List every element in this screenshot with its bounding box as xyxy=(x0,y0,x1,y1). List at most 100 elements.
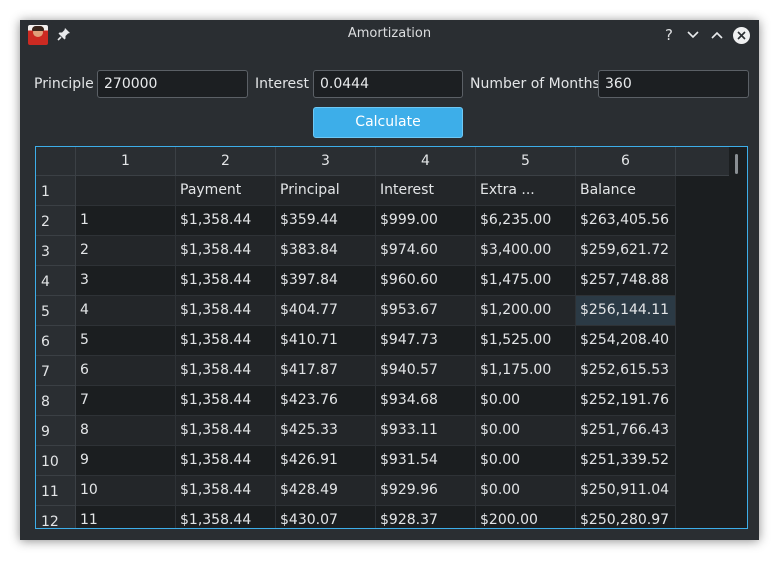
table-cell[interactable]: $1,358.44 xyxy=(176,446,276,476)
table-cell[interactable]: $257,748.88 xyxy=(576,266,676,296)
interest-input[interactable]: 0.0444 xyxy=(313,70,463,98)
table-cell[interactable]: 7 xyxy=(76,386,176,416)
row-header[interactable]: 6 xyxy=(36,326,76,356)
table-cell[interactable]: $1,525.00 xyxy=(476,326,576,356)
table-header-cell[interactable]: Interest xyxy=(376,176,476,206)
table-cell[interactable]: $953.67 xyxy=(376,296,476,326)
column-header[interactable]: 1 xyxy=(76,147,176,176)
table-cell[interactable]: 1 xyxy=(76,206,176,236)
table-cell[interactable]: 11 xyxy=(76,506,176,528)
column-header[interactable]: 3 xyxy=(276,147,376,176)
column-header[interactable]: 4 xyxy=(376,147,476,176)
table-cell[interactable]: $256,144.11 xyxy=(576,296,676,326)
principle-input[interactable]: 270000 xyxy=(97,70,248,98)
row-header[interactable]: 10 xyxy=(36,446,76,476)
table-cell[interactable]: $1,358.44 xyxy=(176,356,276,386)
table-cell[interactable]: $359.44 xyxy=(276,206,376,236)
table-cell[interactable]: $1,358.44 xyxy=(176,326,276,356)
table-cell[interactable]: $259,621.72 xyxy=(576,236,676,266)
table-cell[interactable]: 8 xyxy=(76,416,176,446)
table-cell[interactable]: $0.00 xyxy=(476,386,576,416)
table-cell[interactable]: $3,400.00 xyxy=(476,236,576,266)
calculate-button[interactable]: Calculate xyxy=(313,107,463,138)
table-cell[interactable]: $428.49 xyxy=(276,476,376,506)
table-cell[interactable]: $250,911.04 xyxy=(576,476,676,506)
table-cell[interactable]: $931.54 xyxy=(376,446,476,476)
table-cell[interactable]: 9 xyxy=(76,446,176,476)
row-header[interactable]: 11 xyxy=(36,476,76,506)
vertical-scrollbar[interactable] xyxy=(729,147,747,528)
table-cell[interactable]: 5 xyxy=(76,326,176,356)
table-header-cell[interactable]: Payment xyxy=(176,176,276,206)
table-cell[interactable]: $425.33 xyxy=(276,416,376,446)
table-cell[interactable]: $404.77 xyxy=(276,296,376,326)
table-cell[interactable]: $250,280.97 xyxy=(576,506,676,528)
table-cell[interactable]: $0.00 xyxy=(476,446,576,476)
chevron-down-icon[interactable] xyxy=(683,25,703,45)
table-cell[interactable]: $254,208.40 xyxy=(576,326,676,356)
months-input[interactable]: 360 xyxy=(598,70,749,98)
table-cell[interactable]: $263,405.56 xyxy=(576,206,676,236)
row-header[interactable]: 3 xyxy=(36,236,76,266)
table-cell[interactable]: $397.84 xyxy=(276,266,376,296)
chevron-up-icon[interactable] xyxy=(707,25,727,45)
table-cell[interactable]: $1,358.44 xyxy=(176,206,276,236)
table-cell[interactable]: $200.00 xyxy=(476,506,576,528)
row-header[interactable]: 2 xyxy=(36,206,76,236)
help-icon[interactable]: ? xyxy=(659,25,679,45)
table-cell[interactable]: $1,175.00 xyxy=(476,356,576,386)
table-cell[interactable]: $960.60 xyxy=(376,266,476,296)
row-header[interactable]: 4 xyxy=(36,266,76,296)
table-cell[interactable]: 10 xyxy=(76,476,176,506)
table-header-cell[interactable]: Balance xyxy=(576,176,676,206)
table-cell[interactable]: $6,235.00 xyxy=(476,206,576,236)
table-cell[interactable]: $974.60 xyxy=(376,236,476,266)
row-header[interactable]: 7 xyxy=(36,356,76,386)
table-cell[interactable]: $410.71 xyxy=(276,326,376,356)
column-header[interactable]: 5 xyxy=(476,147,576,176)
table-cell[interactable]: $252,191.76 xyxy=(576,386,676,416)
table-cell[interactable]: $1,475.00 xyxy=(476,266,576,296)
table-cell[interactable]: $251,766.43 xyxy=(576,416,676,446)
pin-icon[interactable] xyxy=(56,26,72,42)
table-cell[interactable]: $423.76 xyxy=(276,386,376,416)
table-cell[interactable]: $0.00 xyxy=(476,476,576,506)
title-bar[interactable]: Amortization ? xyxy=(20,20,759,50)
row-header[interactable]: 9 xyxy=(36,416,76,446)
table-cell[interactable]: $252,615.53 xyxy=(576,356,676,386)
table-cell[interactable]: $1,358.44 xyxy=(176,476,276,506)
table-cell[interactable]: $947.73 xyxy=(376,326,476,356)
table-header-cell[interactable]: Extra ... xyxy=(476,176,576,206)
row-header[interactable]: 1 xyxy=(36,176,76,206)
close-button[interactable] xyxy=(731,25,751,45)
row-header[interactable]: 12 xyxy=(36,506,76,528)
table-cell[interactable]: $933.11 xyxy=(376,416,476,446)
table-cell[interactable]: $426.91 xyxy=(276,446,376,476)
table-cell[interactable]: $383.84 xyxy=(276,236,376,266)
column-header[interactable]: 6 xyxy=(576,147,676,176)
table-cell[interactable]: $1,358.44 xyxy=(176,236,276,266)
table-cell[interactable]: 6 xyxy=(76,356,176,386)
table-header-cell[interactable] xyxy=(76,176,176,206)
table-cell[interactable]: $1,358.44 xyxy=(176,416,276,446)
table-cell[interactable]: $929.96 xyxy=(376,476,476,506)
table-header-cell[interactable]: Principal xyxy=(276,176,376,206)
table-cell[interactable]: $1,358.44 xyxy=(176,506,276,528)
table-cell[interactable]: $251,339.52 xyxy=(576,446,676,476)
amortization-table[interactable]: 1 2 3 4 5 6 1 2 3 4 5 6 7 8 9 10 11 12 Payment Principal Int… xyxy=(35,146,748,529)
table-cell[interactable]: $999.00 xyxy=(376,206,476,236)
table-cell[interactable]: $430.07 xyxy=(276,506,376,528)
scrollbar-thumb[interactable] xyxy=(735,154,738,174)
table-cell[interactable]: $1,358.44 xyxy=(176,296,276,326)
table-cell[interactable]: $0.00 xyxy=(476,416,576,446)
table-cell[interactable]: $1,358.44 xyxy=(176,386,276,416)
table-cell[interactable]: $934.68 xyxy=(376,386,476,416)
table-cell[interactable]: $940.57 xyxy=(376,356,476,386)
table-cell[interactable]: $1,358.44 xyxy=(176,266,276,296)
row-header[interactable]: 8 xyxy=(36,386,76,416)
table-cell[interactable]: $417.87 xyxy=(276,356,376,386)
table-cell[interactable]: 2 xyxy=(76,236,176,266)
table-cell[interactable]: 3 xyxy=(76,266,176,296)
table-cell[interactable]: 4 xyxy=(76,296,176,326)
column-header[interactable]: 2 xyxy=(176,147,276,176)
